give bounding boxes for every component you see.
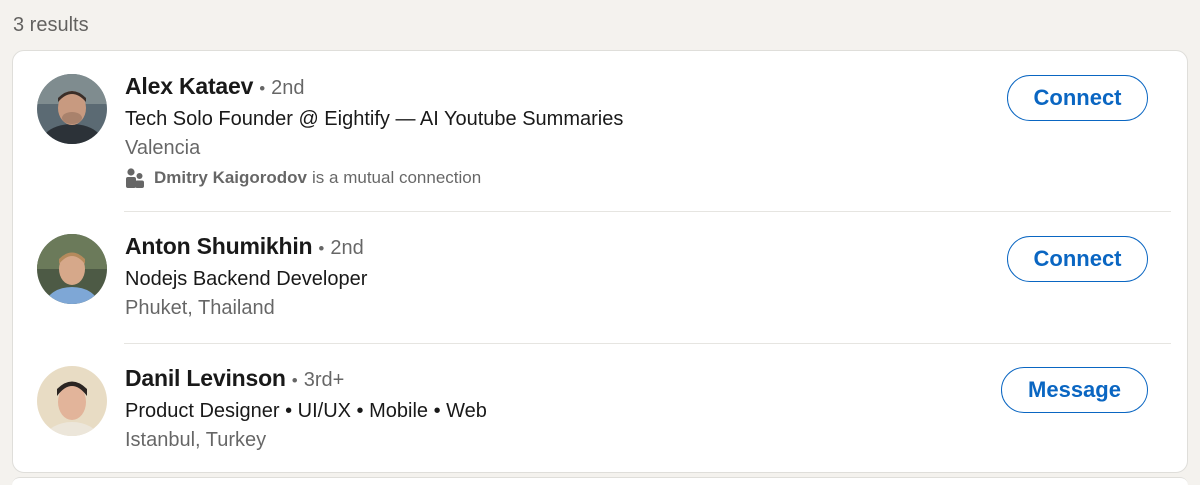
person-name[interactable]: Alex Kataev (125, 73, 253, 100)
connect-button[interactable]: Connect (1007, 236, 1148, 282)
name-line: Anton Shumikhin • 2nd (125, 233, 367, 263)
avatar[interactable] (37, 74, 107, 144)
next-card-edge (12, 477, 1188, 485)
connect-button[interactable]: Connect (1007, 75, 1148, 121)
mutual-connection-text: is a mutual connection (312, 168, 482, 187)
separator-bullet: • (318, 239, 325, 258)
result-info: Danil Levinson • 3rd+ Product Designer •… (125, 365, 487, 453)
result-item: Anton Shumikhin • 2nd Nodejs Backend Dev… (13, 211, 1187, 343)
person-name[interactable]: Danil Levinson (125, 365, 286, 392)
message-button[interactable]: Message (1001, 367, 1148, 413)
search-results-card: Alex Kataev • 2nd Tech Solo Founder @ Ei… (12, 50, 1188, 473)
connection-degree: 3rd+ (303, 369, 345, 391)
person-location: Valencia (125, 137, 201, 159)
person-headline: Tech Solo Founder @ Eightify — AI Youtub… (125, 108, 624, 130)
result-info: Anton Shumikhin • 2nd Nodejs Backend Dev… (125, 233, 367, 321)
connection-degree: 2nd (271, 77, 305, 99)
connection-degree: 2nd (330, 237, 364, 259)
person-headline: Product Designer • UI/UX • Mobile • Web (125, 400, 487, 422)
mutual-connection-name[interactable]: Dmitry Kaigorodov (154, 167, 307, 189)
person-location: Istanbul, Turkey (125, 429, 267, 451)
mutual-connection[interactable]: Dmitry Kaigorodov is a mutual connection (125, 167, 623, 189)
result-info: Alex Kataev • 2nd Tech Solo Founder @ Ei… (125, 73, 623, 189)
person-name[interactable]: Anton Shumikhin (125, 233, 313, 260)
person-location: Phuket, Thailand (125, 297, 275, 319)
name-line: Alex Kataev • 2nd (125, 73, 623, 103)
separator-bullet: • (291, 371, 298, 390)
avatar[interactable] (37, 234, 107, 304)
person-headline: Nodejs Backend Developer (125, 268, 368, 290)
separator-bullet: • (259, 79, 266, 98)
people-icon (126, 168, 144, 188)
name-line: Danil Levinson • 3rd+ (125, 365, 487, 395)
avatar[interactable] (37, 366, 107, 436)
result-item: Alex Kataev • 2nd Tech Solo Founder @ Ei… (13, 51, 1187, 211)
result-item: Danil Levinson • 3rd+ Product Designer •… (13, 343, 1187, 474)
results-count: 3 results (13, 14, 89, 36)
